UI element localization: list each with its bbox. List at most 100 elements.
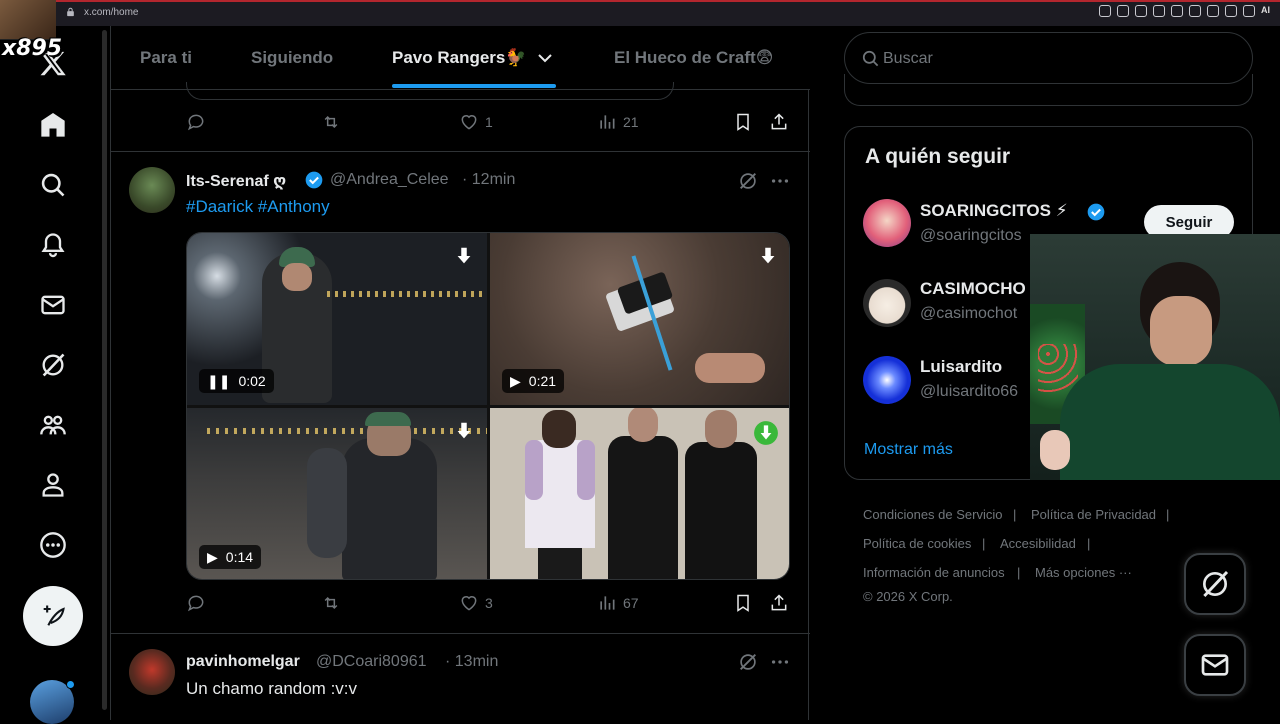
image-thumbnail[interactable] [490, 408, 789, 579]
chevron-down-icon[interactable] [537, 52, 553, 64]
download-arrow-icon[interactable] [757, 245, 779, 267]
reply-button[interactable] [186, 593, 206, 613]
grok-explain-icon[interactable] [737, 651, 759, 673]
footer-separator: | [1017, 565, 1021, 580]
post-author-handle[interactable]: @DCoari80961 [316, 653, 427, 671]
grok-floating-button[interactable] [1184, 553, 1246, 615]
post-timestamp[interactable]: · 13min [445, 653, 498, 671]
suggestion-name[interactable]: Luisardito [920, 357, 1002, 377]
heart-icon[interactable] [1189, 5, 1201, 17]
suggestion-avatar[interactable] [863, 199, 911, 247]
tab-el-hueco-de-craft[interactable]: El Hueco de Craft😨 [614, 48, 773, 68]
photo-person-1-head [542, 410, 576, 448]
views-chart-icon [600, 596, 615, 610]
ai-label[interactable]: AI [1261, 5, 1270, 17]
suggestion-handle[interactable]: @casimochot [920, 305, 1017, 323]
suggestion-avatar[interactable] [863, 279, 911, 327]
share-button[interactable] [769, 593, 789, 613]
show-more-link[interactable]: Mostrar más [864, 441, 953, 459]
download-icon[interactable] [1225, 5, 1237, 17]
stream-badge: x895 [2, 36, 63, 61]
video-duration-badge[interactable]: ▶ 0:14 [199, 545, 262, 569]
video-subject-cap [365, 412, 411, 426]
bookmark-button[interactable] [733, 112, 753, 132]
communities-icon [40, 415, 66, 435]
bookmark-icon[interactable] [1135, 5, 1147, 17]
repost-button[interactable] [321, 593, 341, 613]
video-thumbnail[interactable]: ▶ 0:21 [490, 233, 789, 405]
tab-siguiendo[interactable]: Siguiendo [251, 48, 333, 68]
reply-icon [187, 114, 204, 131]
pin-icon[interactable] [1117, 5, 1129, 17]
post-actions: 3 67 [111, 593, 810, 623]
suggestion-avatar[interactable] [863, 356, 911, 404]
views-button[interactable]: 21 [597, 112, 639, 132]
copyright: © 2026 X Corp. [863, 589, 953, 604]
video-thumbnail[interactable]: ❚❚ 0:02 [187, 233, 487, 405]
nav-messages[interactable] [30, 282, 76, 328]
grok-explain-icon[interactable] [737, 170, 759, 192]
nav-grok[interactable] [30, 342, 76, 388]
messages-floating-button[interactable] [1184, 634, 1246, 696]
nav-home[interactable] [30, 102, 76, 148]
play-icon: ▶ [207, 548, 218, 565]
footer-separator: | [982, 536, 986, 551]
post-author-name[interactable]: pavinhomelgar [186, 653, 300, 671]
like-button[interactable]: 3 [459, 593, 493, 613]
video-duration-badge[interactable]: ❚❚ 0:02 [199, 369, 274, 393]
play-icon[interactable] [1171, 5, 1183, 17]
search-input[interactable] [883, 47, 1223, 71]
compose-post-button[interactable] [23, 586, 83, 646]
footer-link[interactable]: Accesibilidad [1000, 536, 1076, 551]
post-author-avatar[interactable] [129, 167, 175, 213]
post-author-handle[interactable]: @Andrea_Celee [330, 171, 449, 189]
zoom-icon[interactable] [1099, 5, 1111, 17]
nav-communities[interactable] [30, 402, 76, 448]
footer-link[interactable]: Información de anuncios [863, 565, 1005, 580]
address-bar[interactable]: x.com/home [84, 7, 138, 18]
extension-icon[interactable] [1207, 5, 1219, 17]
photo-person-3-head [705, 410, 737, 448]
footer-link[interactable]: Política de cookies [863, 536, 971, 551]
post-author-name[interactable]: Its-Serenaf ღ [186, 171, 286, 191]
post-author-avatar[interactable] [129, 649, 175, 695]
timeline-tabs: Para ti Siguiendo Pavo Rangers🐓 El Hueco… [111, 26, 810, 90]
shield-icon[interactable] [1153, 5, 1165, 17]
footer-more-options[interactable]: Más opciones ··· [1035, 565, 1132, 580]
reply-button[interactable] [186, 112, 206, 132]
like-button[interactable]: 1 [459, 112, 493, 132]
tab-pavo-rangers[interactable]: Pavo Rangers🐓 [392, 48, 527, 68]
suggestion-handle[interactable]: @luisardito66 [920, 383, 1018, 401]
suggestion-name[interactable]: SOARINGCITOS ⚡ [920, 201, 1068, 221]
footer-link[interactable]: Condiciones de Servicio [863, 507, 1002, 522]
home-icon [41, 112, 65, 137]
download-arrow-icon[interactable] [453, 420, 475, 442]
views-button[interactable]: 67 [597, 593, 639, 613]
video-thumbnail[interactable]: ▶ 0:14 [187, 408, 487, 579]
share-icon[interactable] [1243, 5, 1255, 17]
repost-icon [324, 115, 338, 129]
nav-profile[interactable] [30, 462, 76, 508]
views-count: 21 [623, 114, 639, 130]
nav-explore[interactable] [30, 162, 76, 208]
download-arrow-icon[interactable] [753, 420, 779, 446]
share-button[interactable] [769, 112, 789, 132]
bookmark-button[interactable] [733, 593, 753, 613]
download-arrow-icon[interactable] [453, 245, 475, 267]
nav-more[interactable] [30, 522, 76, 568]
post-hashtags[interactable]: #Daarick #Anthony [186, 197, 330, 217]
tab-para-ti[interactable]: Para ti [140, 48, 192, 68]
nav-notifications[interactable] [30, 222, 76, 268]
repost-button[interactable] [321, 112, 341, 132]
sidebar-scrollbar[interactable] [102, 30, 107, 710]
suggestion-handle[interactable]: @soaringcitos [920, 227, 1022, 245]
video-time: 0:21 [528, 373, 557, 389]
suggestion-name[interactable]: CASIMOCHO [920, 279, 1026, 299]
post-timestamp[interactable]: · 12min [462, 171, 515, 189]
more-options-icon[interactable] [769, 170, 791, 192]
previous-sidebar-card-edge [844, 74, 1253, 106]
mail-icon [1201, 654, 1229, 676]
video-duration-badge[interactable]: ▶ 0:21 [502, 369, 565, 393]
more-options-icon[interactable] [769, 651, 791, 673]
footer-link[interactable]: Política de Privacidad [1031, 507, 1156, 522]
